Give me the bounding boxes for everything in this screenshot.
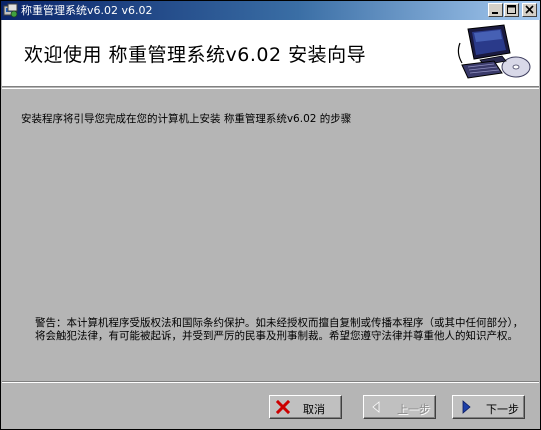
title-bar[interactable]: 称重管理系统v6.02 v6.02 [1,1,540,20]
computer-with-cd-icon [457,24,531,79]
installer-app-icon [3,3,18,18]
next-label: 下一步 [486,403,519,416]
footer-separator-highlight [2,382,539,383]
right-arrow-icon [462,400,471,414]
wizard-header: 欢迎使用 称重管理系统v6.02 安装向导 [2,20,539,87]
minimize-icon [492,12,498,14]
copyright-warning: 警告：本计算机程序受版权法和国际条约保护。如未经授权而擅自复制或传播本程序（或其… [35,317,524,342]
header-divider [2,88,539,89]
maximize-icon [507,5,516,14]
installer-window: 称重管理系统v6.02 v6.02 欢迎使用 称重管理系统v6.02 安装向导 [0,0,541,430]
close-button[interactable] [522,3,537,17]
cancel-label: 取消 [303,403,325,416]
red-x-icon [276,400,290,414]
intro-text: 安装程序将引导您完成在您的计算机上安装 称重管理系统v6.02 的步骤 [21,113,352,125]
prev-label: 上一步 [397,403,430,416]
wizard-title: 欢迎使用 称重管理系统v6.02 安装向导 [24,44,367,66]
cancel-button[interactable]: 取消 [269,395,342,419]
maximize-button[interactable] [504,3,519,17]
prev-button[interactable]: 上一步 [363,395,436,419]
close-icon [525,5,534,14]
next-button[interactable]: 下一步 [452,395,525,419]
window-title: 称重管理系统v6.02 v6.02 [21,4,153,17]
left-arrow-icon [372,401,380,413]
minimize-button[interactable] [488,3,503,17]
